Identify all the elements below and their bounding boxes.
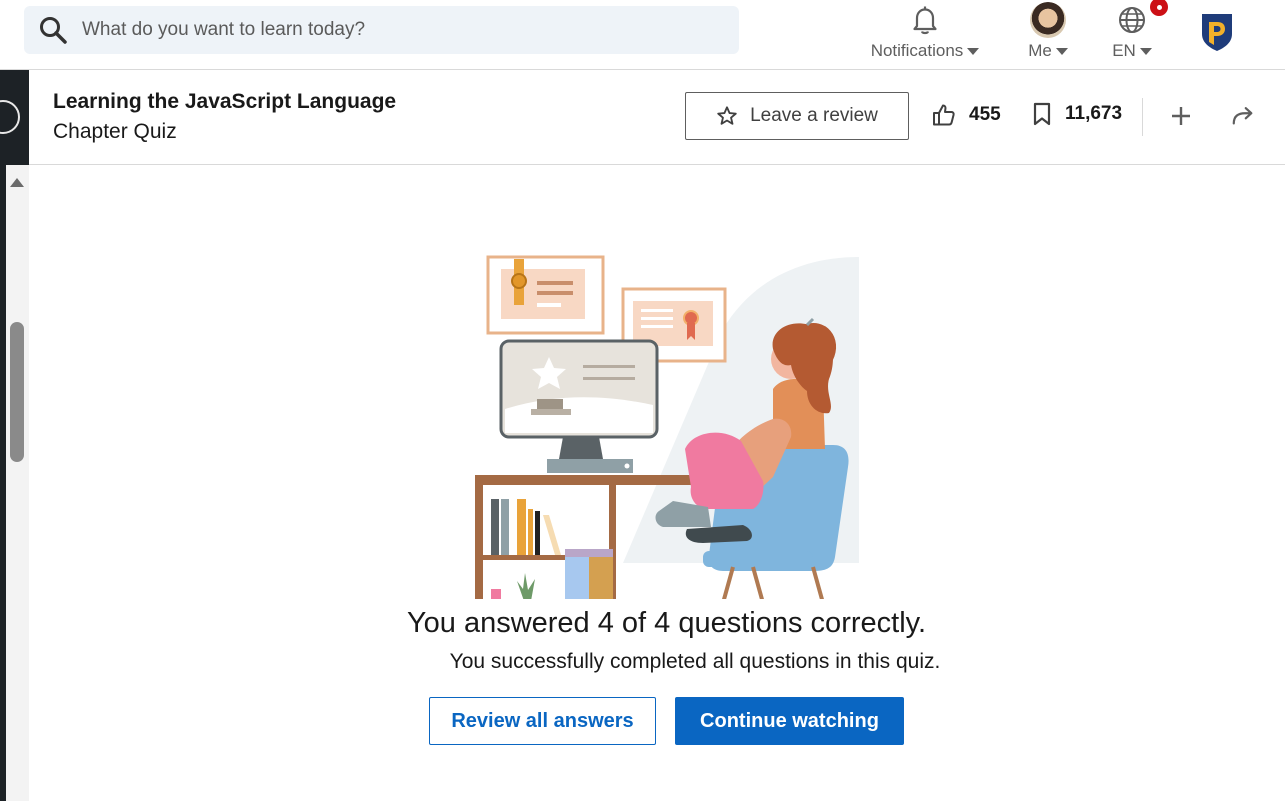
thumbs-up-icon [933, 104, 955, 126]
search-input[interactable] [82, 19, 702, 41]
bookmark-icon [1033, 102, 1051, 126]
likes-stat[interactable]: 455 [931, 102, 1001, 128]
nav-notifications-label: Notifications [870, 41, 964, 60]
player-control-icon[interactable] [0, 100, 20, 134]
top-nav: Notifications Me EN [0, 0, 1285, 70]
nav-notifications[interactable]: Notifications [862, 0, 988, 68]
organization-logo[interactable] [1200, 12, 1234, 52]
chevron-down-icon [1139, 47, 1152, 55]
bell-icon [909, 0, 941, 40]
likes-count: 455 [969, 104, 1001, 125]
continue-watching-button[interactable]: Continue watching [675, 697, 904, 745]
leave-review-button[interactable]: Leave a review [685, 92, 909, 140]
course-subtitle: Chapter Quiz [53, 120, 177, 143]
chevron-down-icon [967, 47, 980, 55]
course-header: Learning the JavaScript Language Chapter… [29, 70, 1285, 165]
left-panel-divider [0, 165, 6, 801]
add-icon[interactable] [1169, 104, 1193, 128]
share-icon[interactable] [1231, 104, 1255, 128]
saves-stat[interactable]: 11,673 [1031, 102, 1122, 126]
nav-me[interactable]: Me [1020, 0, 1076, 68]
result-subtitle: You successfully completed all questions… [449, 650, 941, 673]
notification-badge [1148, 0, 1170, 18]
nav-lang-label: EN [1112, 41, 1136, 60]
course-title[interactable]: Learning the JavaScript Language [53, 90, 396, 114]
quiz-complete-illustration [475, 255, 859, 599]
review-all-answers-button[interactable]: Review all answers [429, 697, 656, 745]
avatar [1030, 2, 1066, 38]
header-divider [1142, 98, 1143, 136]
scrollbar-thumb[interactable] [10, 322, 24, 462]
nav-me-label: Me [1028, 41, 1052, 60]
globe-icon [1116, 0, 1170, 40]
search-bar[interactable] [24, 6, 739, 54]
star-icon [717, 106, 737, 125]
search-icon [24, 6, 82, 54]
leave-review-label: Leave a review [750, 105, 878, 126]
chevron-down-icon [1055, 47, 1068, 55]
quiz-result-panel: You answered 4 of 4 questions correctly.… [29, 165, 1285, 801]
saves-count: 11,673 [1065, 103, 1123, 124]
nav-language[interactable]: EN [1104, 0, 1170, 68]
scroll-up-arrow-icon[interactable] [10, 178, 24, 187]
result-title: You answered 4 of 4 questions correctly. [406, 607, 927, 639]
